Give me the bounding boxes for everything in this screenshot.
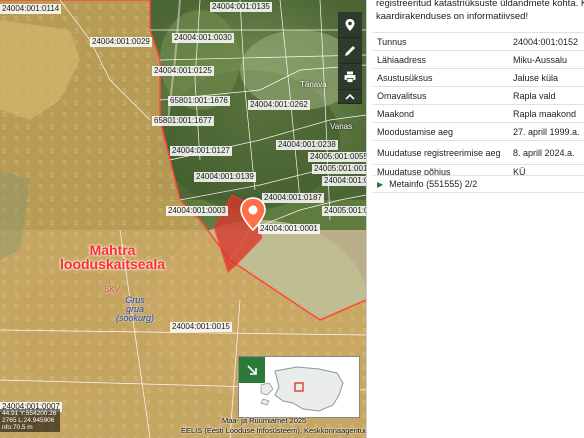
app-window: S	[0, 0, 584, 438]
info-row: Omavalitsus Rapla vald	[373, 86, 584, 105]
parcel-label: 24004:001:0125	[152, 66, 214, 76]
info-row: Lähiaadress Miku-Aussalu	[373, 50, 584, 69]
overview-minimap[interactable]	[238, 356, 360, 418]
notice-line2: kaardirakenduses on informatiivsed!	[376, 11, 529, 22]
draw-button[interactable]	[338, 38, 362, 64]
info-key: Omavalitsus	[373, 86, 509, 105]
parcel-label: 24004:001:0135	[210, 2, 272, 12]
info-key: Muudatuse registreerimise aeg	[373, 140, 509, 165]
printer-icon	[344, 71, 356, 83]
info-value: Rapla maakond	[509, 104, 584, 123]
caret-right-icon: ▶	[377, 179, 384, 189]
info-value: 8. aprill 2024.a.	[509, 140, 584, 165]
parcel-label: 24004:001:0187	[262, 193, 324, 203]
print-button[interactable]	[338, 64, 362, 90]
map-view[interactable]: S	[0, 0, 366, 438]
info-key: Tunnus	[373, 32, 509, 51]
info-key: Lähiaadress	[373, 50, 509, 69]
reserve-abbreviation: SKV	[104, 285, 121, 294]
info-value: 24004:001:0152	[509, 32, 584, 51]
parcel-label: 65801:001:1676	[168, 96, 230, 106]
notice-text: registreeritud katastriüksuste üldandmet…	[376, 0, 584, 23]
parcel-info-table: Tunnus 24004:001:0152 Lähiaadress Miku-Aus…	[373, 32, 584, 177]
map-attribution-1: Maa- ja Ruumiamet 2025	[222, 416, 307, 425]
info-value: Rapla vald	[509, 86, 584, 105]
parcel-label: 24004:001:0127	[170, 146, 232, 156]
minimap-toggle-button[interactable]	[239, 357, 265, 383]
info-key: Moodustamise aeg	[373, 122, 509, 141]
parcel-label: 24004:001:0139	[194, 172, 256, 182]
parcel-label: 24004:001:0262	[248, 100, 310, 110]
map-toolbar	[338, 12, 362, 104]
info-key: Asustusüksus	[373, 68, 509, 87]
parcel-label: 24004:001:0001	[258, 224, 320, 234]
coords-line3: nfo:70.5 m	[2, 424, 33, 431]
reserve-name-line1: Mahtra	[89, 242, 136, 258]
info-row: Maakond Rapla maakond	[373, 104, 584, 123]
info-panel: registreeritud katastriüksuste üldandmet…	[366, 0, 584, 438]
coords-line2: 2765 L:24.945906	[2, 417, 55, 424]
pencil-icon	[345, 45, 355, 56]
info-value: Miku-Aussalu	[509, 50, 584, 69]
place-label: Tänava	[300, 80, 327, 89]
collapse-button[interactable]	[338, 90, 362, 104]
species-label: Grus grua (sookurg)	[116, 296, 154, 323]
parcel-label: 24004:001:0035	[322, 176, 366, 186]
parcel-label: 24005:001:0019	[312, 164, 366, 174]
location-pin-icon	[345, 18, 355, 31]
notice-line1: registreeritud katastriüksuste üldandmet…	[376, 0, 584, 9]
parcel-label: 24005:001:0011	[322, 206, 366, 216]
place-label: Vanas	[330, 122, 353, 131]
info-value: Jaluse küla	[509, 68, 584, 87]
info-key: Maakond	[373, 104, 509, 123]
info-value: 27. aprill 1999.a.	[509, 122, 584, 141]
parcel-label: 24004:001:0114	[0, 4, 62, 14]
parcel-label: 24004:001:0015	[170, 322, 232, 332]
parcel-label: 24004:001:0238	[276, 140, 338, 150]
info-row: Asustusüksus Jaluse küla	[373, 68, 584, 87]
reserve-name-line2: looduskaitseala	[60, 256, 166, 272]
coords-line1: 44.91 Y:554200.26	[2, 410, 57, 417]
parcel-label: 65801:001:1677	[152, 116, 214, 126]
parcel-label: 24004:001:0029	[90, 37, 152, 47]
info-row: Moodustamise aeg 27. aprill 1999.a.	[373, 122, 584, 141]
info-row: Muudatuse registreerimise aeg 8. aprill 2…	[373, 140, 584, 165]
parcel-label: 24004:001:0030	[172, 33, 234, 43]
parcel-label: 24005:001:0055	[308, 152, 366, 162]
nature-reserve-label: Mahtra looduskaitseala	[60, 243, 165, 271]
parcel-label: 24004:001:0003	[166, 206, 228, 216]
coordinate-readout: 44.91 Y:554200.26 2765 L:24.945906 nfo:7…	[0, 409, 60, 432]
arrow-down-right-icon	[247, 365, 257, 375]
chevron-up-icon	[345, 93, 355, 100]
map-attribution-2: EELIS (Eesti Looduse Infosüsteem), Keskk…	[181, 426, 366, 435]
location-pin-button[interactable]	[338, 12, 362, 38]
metainfo-toggle[interactable]: ▶ Metainfo (551555) 2/2	[373, 175, 584, 193]
metainfo-label: Metainfo (551555) 2/2	[389, 179, 478, 189]
info-row: Tunnus 24004:001:0152	[373, 32, 584, 51]
species-label-line3: (sookurg)	[116, 313, 155, 323]
